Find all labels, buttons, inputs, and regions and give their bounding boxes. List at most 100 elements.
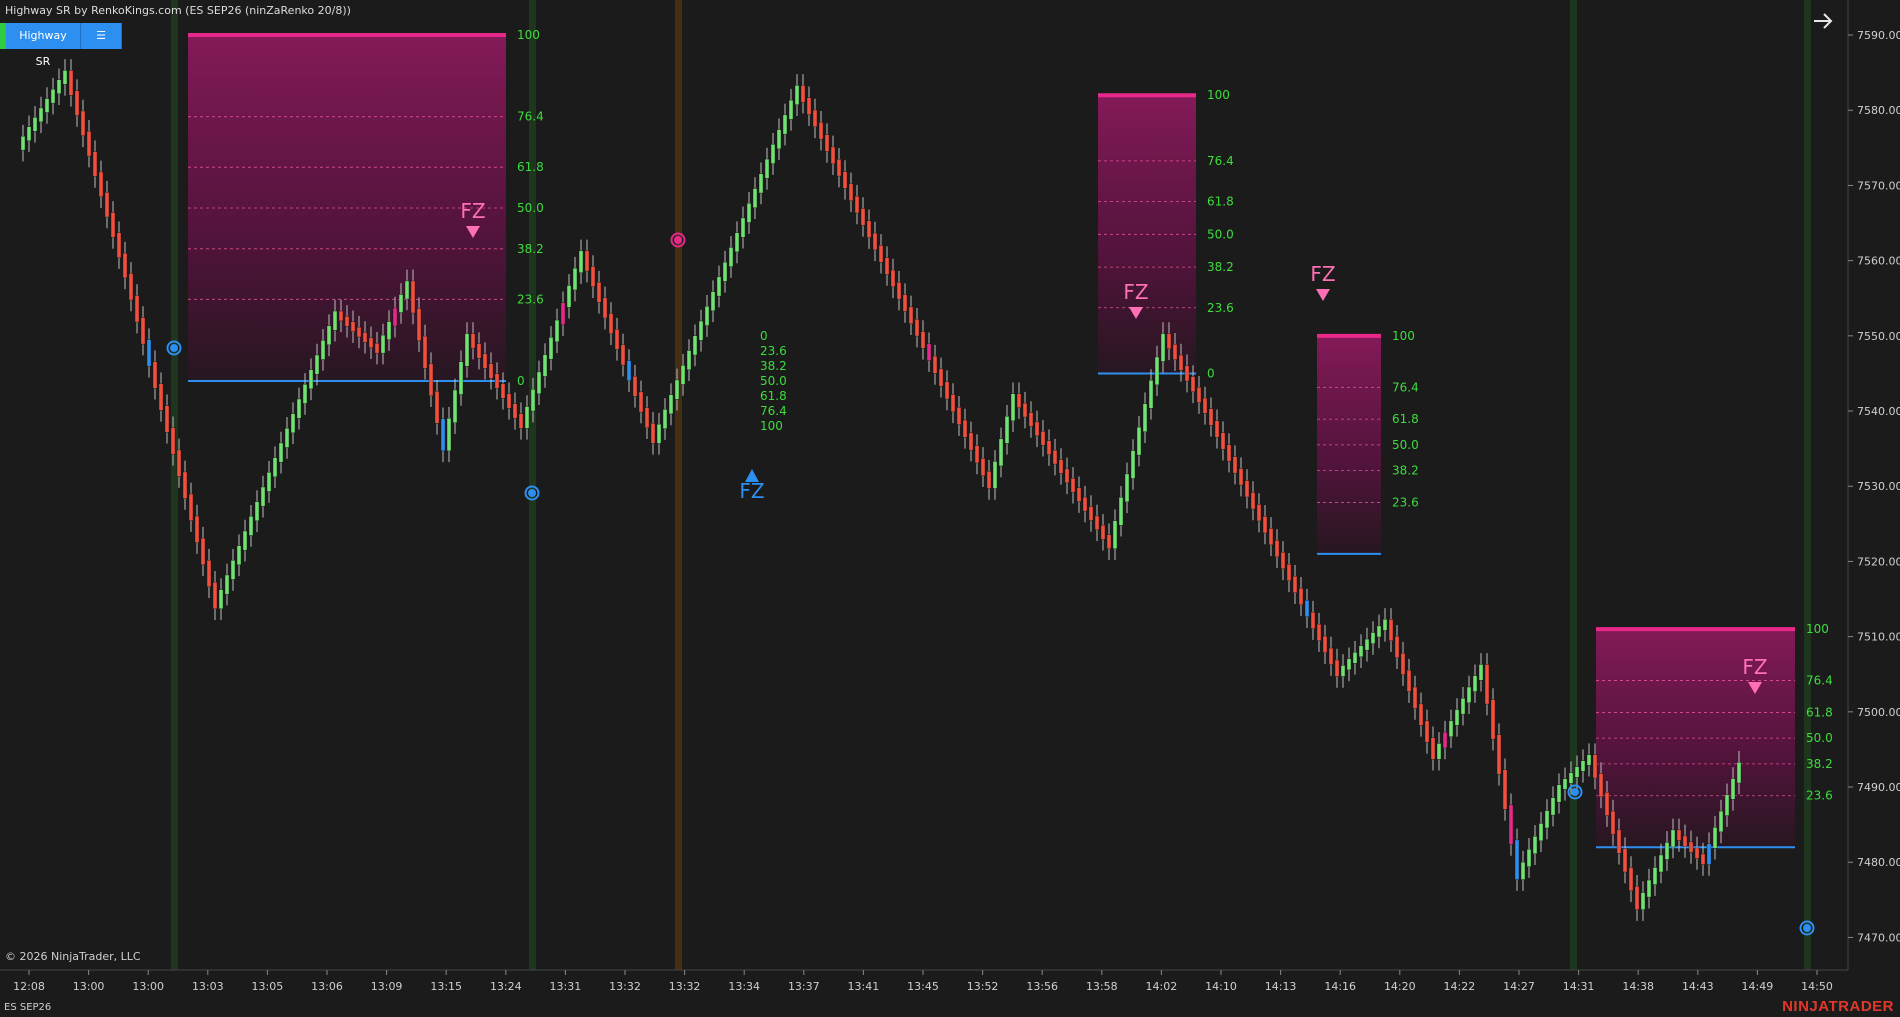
candle-body: [362, 332, 368, 343]
candle-body: [218, 589, 224, 610]
time-tick-label: 14:20: [1384, 980, 1416, 993]
candle-body: [1694, 847, 1700, 859]
candle-body: [560, 302, 566, 325]
candle-body: [272, 457, 278, 478]
candle-body: [266, 472, 272, 492]
price-axis[interactable]: 7590.00 7580.00 7570.00 7560.00 7550.00 7540.…: [1847, 0, 1900, 970]
candle-body: [1502, 769, 1508, 810]
time-tick-label: 14:43: [1682, 980, 1714, 993]
candle-body: [1268, 528, 1274, 546]
candle-body: [1172, 344, 1178, 360]
candle-body: [1184, 365, 1190, 382]
candle-body: [1526, 849, 1532, 867]
candle-body: [284, 428, 290, 448]
candle-body: [1286, 564, 1292, 581]
candle-body: [1724, 794, 1730, 816]
time-tick-label: 13:31: [550, 980, 582, 993]
candle-body: [440, 418, 446, 452]
candle-body: [1310, 611, 1316, 629]
candle-body: [1508, 804, 1514, 845]
candle-body: [1052, 449, 1058, 465]
candle-body: [620, 344, 626, 366]
highway-sr-button[interactable]: Highway SR: [6, 23, 81, 68]
candle-body: [908, 306, 914, 324]
candle-body: [800, 85, 806, 103]
time-axis[interactable]: 12:08 13:00 13:00 13:03 13:05 13:06 13:09 13:15…: [0, 969, 1848, 993]
fib-level-label: 0: [760, 329, 768, 343]
candle-body: [1394, 636, 1400, 658]
candle-body: [482, 353, 488, 369]
candle-body: [434, 391, 440, 424]
candle-body: [524, 406, 530, 429]
candle-body: [782, 114, 788, 135]
price-tick-label: 7510.00: [1857, 631, 1900, 644]
candle-body: [614, 328, 620, 350]
candle-body: [302, 384, 308, 404]
fib-level-label: 61.8: [760, 389, 787, 403]
price-tick-label: 7540.00: [1857, 405, 1900, 418]
time-tick-label: 14:22: [1444, 980, 1476, 993]
candle-body: [164, 405, 170, 433]
candle-body: [1238, 468, 1244, 486]
fib-zones: 10076.461.850.038.223.6010076.461.850.03…: [188, 28, 1833, 849]
candle-body: [80, 110, 86, 137]
menu-icon[interactable]: ☰: [81, 23, 122, 49]
candle-body: [1520, 861, 1526, 880]
fib-level-label: 61.8: [517, 160, 544, 174]
candle-body: [686, 350, 692, 370]
candle-body: [980, 458, 986, 476]
candle-body: [1292, 576, 1298, 593]
time-tick-label: 13:58: [1086, 980, 1118, 993]
candle-body: [1472, 675, 1478, 692]
candle-body: [1364, 638, 1370, 651]
candle-body: [1568, 772, 1574, 784]
candle-body: [806, 97, 812, 115]
candle-body: [1016, 393, 1022, 408]
candle-body: [1214, 420, 1220, 438]
candle-body: [1658, 854, 1664, 873]
candle-body: [914, 319, 920, 337]
candle-body: [518, 413, 524, 429]
candle-body: [170, 427, 176, 455]
chart-canvas[interactable]: 10076.461.850.038.223.6010076.461.850.03…: [0, 0, 1900, 1017]
candle-body: [1706, 843, 1712, 865]
candle-body: [1376, 625, 1382, 638]
candle-body: [422, 335, 428, 369]
candle-body: [1634, 886, 1640, 910]
candle-body: [38, 107, 44, 123]
price-tick-label: 7480.00: [1857, 856, 1900, 869]
candle-body: [116, 232, 122, 258]
candle-body: [1178, 354, 1184, 371]
candle-body: [770, 144, 776, 164]
candle-body: [1148, 380, 1154, 409]
fib-level-label: 38.2: [1392, 464, 1419, 478]
candle-body: [1046, 440, 1052, 455]
price-tick-label: 7530.00: [1857, 480, 1900, 493]
candle-body: [836, 159, 842, 177]
candle-body: [590, 266, 596, 287]
candle-body: [1094, 515, 1100, 531]
fib-level-label: 38.2: [760, 359, 787, 373]
time-tick-label: 14:31: [1563, 980, 1595, 993]
candle-body: [656, 423, 662, 444]
candle-body: [44, 98, 50, 113]
candle-body: [626, 360, 632, 381]
candle-body: [1004, 416, 1010, 444]
arrow-right-icon[interactable]: [1808, 6, 1838, 36]
candle-body: [152, 361, 158, 389]
candle-body: [608, 313, 614, 334]
indicator-toolbar: Highway SR ☰: [0, 23, 122, 68]
candle-body: [788, 99, 794, 120]
candle-body: [1070, 478, 1076, 493]
candle-body: [176, 449, 182, 477]
fib-level-label: 0: [517, 374, 525, 388]
candle-body: [932, 355, 938, 374]
candle-body: [416, 308, 422, 341]
price-tick-label: 7490.00: [1857, 781, 1900, 794]
candle-body: [1244, 480, 1250, 498]
candle-body: [1466, 686, 1472, 704]
candle-body: [1076, 487, 1082, 502]
candle-body: [1022, 402, 1028, 418]
candle-body: [1220, 432, 1226, 450]
candle-body: [1040, 431, 1046, 446]
